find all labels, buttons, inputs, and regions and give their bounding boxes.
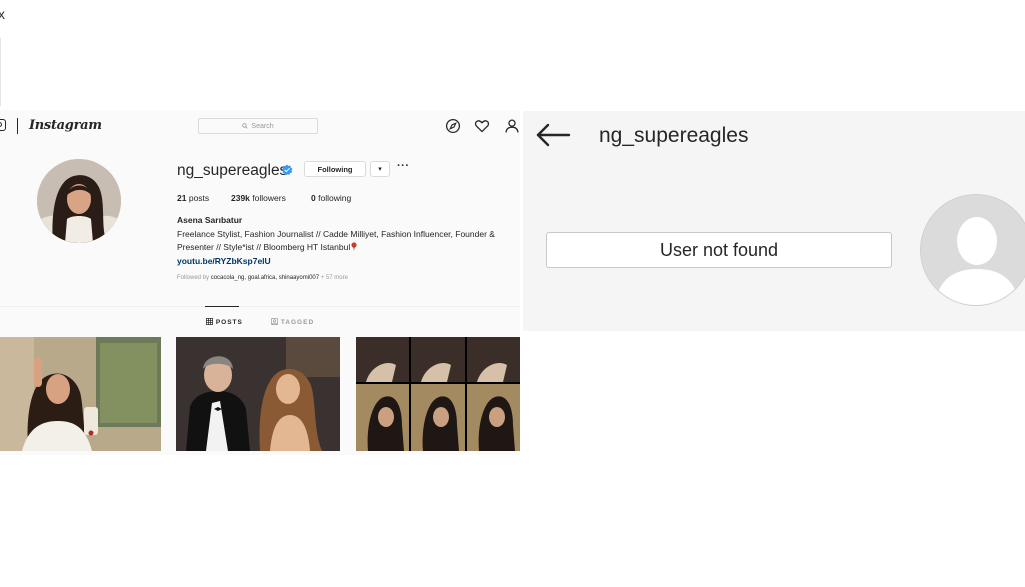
profile-picture[interactable] <box>37 159 121 243</box>
posts-label: posts <box>188 193 210 203</box>
user-not-found-message: User not found <box>546 232 892 268</box>
heart-icon[interactable] <box>474 118 490 134</box>
back-arrow-icon[interactable] <box>535 123 571 147</box>
instagram-camera-icon[interactable] <box>0 119 6 131</box>
suggested-dropdown-button[interactable]: ▾ <box>370 161 390 177</box>
instagram-wordmark[interactable]: Instagram <box>29 118 102 133</box>
search-placeholder: Search <box>251 122 274 130</box>
tab-posts-label: POSTS <box>215 319 243 326</box>
following-number: 0 <box>311 193 316 203</box>
followers-count[interactable]: 239k followers <box>231 193 286 203</box>
posts-count: 21 posts <box>177 193 209 203</box>
followed-by-more: + 57 more <box>320 275 348 281</box>
profile-photo-image <box>37 159 121 243</box>
followed-by-names: cocacola_ng, goal.africa, shinaayomi007 <box>210 275 320 281</box>
top-navigation-bar: Instagram Search <box>0 110 520 143</box>
close-mark: x <box>0 6 5 22</box>
mobile-profile-not-found: ng_supereagles User not found <box>523 111 1025 331</box>
post-image <box>356 337 520 451</box>
tag-icon <box>271 318 278 325</box>
default-avatar <box>920 194 1025 306</box>
active-tab-indicator <box>205 306 239 307</box>
more-options-button[interactable]: ··· <box>397 160 410 172</box>
post-image <box>176 337 340 451</box>
following-button[interactable]: Following <box>304 161 366 177</box>
following-label: following <box>318 193 352 203</box>
bio-text: Freelance Stylist, Fashion Journalist //… <box>177 229 495 252</box>
following-count[interactable]: 0 following <box>311 193 351 203</box>
profile-icon[interactable] <box>504 118 520 134</box>
post-thumbnail[interactable] <box>0 337 161 451</box>
followers-number: 239k <box>231 193 250 203</box>
followers-label: followers <box>252 193 286 203</box>
divider-line <box>0 38 1 106</box>
followed-by-text[interactable]: Followed by cocacola_ng, goal.africa, sh… <box>177 275 348 281</box>
tab-tagged-label: TAGGED <box>280 319 315 326</box>
profile-bio: Freelance Stylist, Fashion Journalist //… <box>177 228 512 254</box>
compass-icon[interactable] <box>445 118 461 134</box>
avatar-placeholder-icon <box>921 195 1025 305</box>
logo-divider <box>17 118 18 134</box>
post-thumbnail[interactable] <box>356 337 520 451</box>
tab-bar-divider <box>0 306 520 307</box>
tab-posts[interactable]: POSTS <box>206 318 243 326</box>
profile-full-name: Asena Sarıbatur <box>177 215 243 225</box>
mobile-header-username: ng_supereagles <box>599 124 749 147</box>
post-image <box>0 337 161 451</box>
profile-external-link[interactable]: youtu.be/RYZbKsp7elU <box>177 256 271 266</box>
location-pin-icon <box>351 242 357 251</box>
followed-by-prefix: Followed by <box>177 275 210 281</box>
profile-username: ng_supereagles <box>177 162 288 179</box>
search-input[interactable]: Search <box>198 118 318 134</box>
grid-icon <box>206 318 213 325</box>
posts-number: 21 <box>177 193 187 203</box>
post-thumbnail[interactable] <box>176 337 340 451</box>
tab-tagged[interactable]: TAGGED <box>271 318 314 326</box>
search-icon <box>242 123 249 129</box>
verified-badge-icon <box>281 164 293 176</box>
instagram-desktop-profile: Instagram Search ng_supereagles Followin… <box>0 110 520 455</box>
